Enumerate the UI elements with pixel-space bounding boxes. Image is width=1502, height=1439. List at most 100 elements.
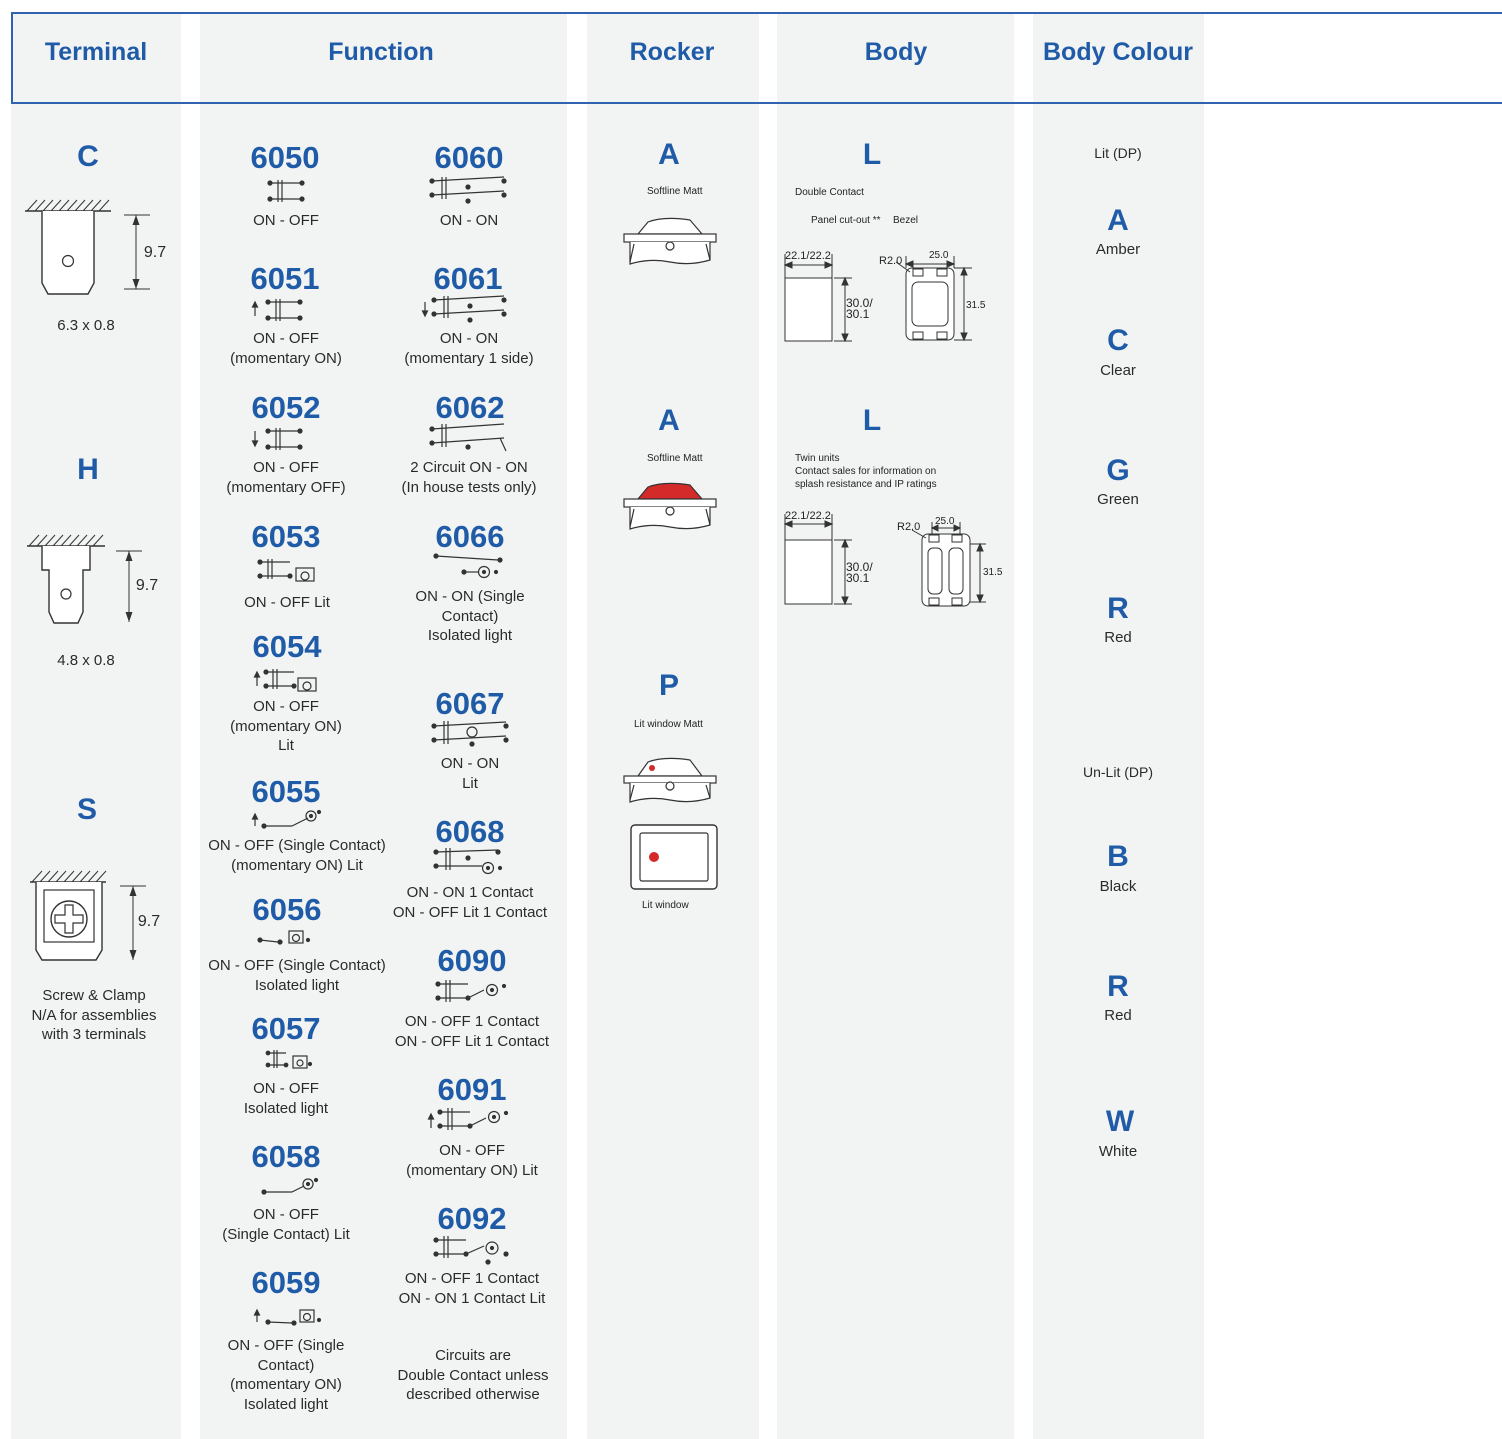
function-code: 6054: [252, 629, 322, 664]
colour-code: G: [1106, 454, 1130, 487]
function-description: ON - ON (momentary 1 side): [404, 330, 534, 367]
body-description: Double Contact: [795, 187, 864, 198]
header-frame: [11, 12, 1502, 104]
body-dim-radius: R2.0: [879, 255, 903, 267]
rocker-a-white-drawing: [623, 217, 717, 265]
function-code: 6056: [252, 892, 322, 927]
colour-code: R: [1107, 970, 1129, 1003]
body-code: L: [862, 404, 882, 437]
function-symbol-icon: [257, 930, 311, 945]
colour-code: R: [1107, 592, 1129, 625]
function-code: 6053: [251, 519, 321, 554]
body-dim-bezel-height: 31.5: [983, 567, 1003, 578]
function-description: ON - ON Lit: [440, 755, 500, 792]
body-dim-width: 22.1/22.2: [785, 250, 831, 262]
body-dim-radius: R2.0: [897, 521, 921, 533]
function-symbol-icon: [429, 176, 507, 204]
body-description: Twin units Contact sales for information…: [795, 453, 937, 490]
function-code: 6061: [433, 261, 503, 296]
function-description: ON - ON (Single Contact) Isolated light: [415, 588, 525, 644]
rocker-code: A: [658, 404, 680, 437]
function-code: 6059: [251, 1265, 321, 1300]
function-description: ON - ON 1 Contact ON - OFF Lit 1 Contact: [392, 884, 548, 921]
function-code: 6058: [251, 1139, 321, 1174]
unlit-heading: Un-Lit (DP): [1082, 764, 1154, 780]
body-column-bg: [777, 14, 1014, 1439]
rocker-a-red-drawing: [623, 482, 717, 530]
colour-name: Red: [1104, 1007, 1132, 1024]
header-body-colour: Body Colour: [1043, 38, 1193, 66]
body-dim-height: 30.0/ 30.1: [846, 296, 873, 321]
terminal-code: C: [77, 140, 99, 173]
function-symbol-icon: [253, 1308, 322, 1326]
function-symbol-icon: [253, 669, 317, 692]
colour-name: White: [1098, 1143, 1138, 1160]
function-code: 6090: [437, 943, 507, 978]
function-description: 2 Circuit ON - ON (In house tests only): [401, 459, 537, 496]
terminal-label: Screw & Clamp N/A for assemblies with 3 …: [31, 987, 157, 1043]
function-symbol-icon: [251, 809, 322, 829]
function-description: ON - OFF (Single Contact) Lit: [222, 1206, 350, 1243]
function-code: 6055: [251, 774, 321, 809]
function-description: ON - OFF (momentary ON) Lit: [406, 1142, 538, 1179]
function-symbol-icon: [421, 295, 507, 323]
rocker-label: Softline Matt: [647, 186, 703, 197]
function-symbol-icon: [433, 848, 503, 875]
function-description: ON - OFF (Single Contact) Isolated light: [208, 957, 386, 994]
function-code: 6060: [434, 140, 504, 175]
function-note: Circuits are Double Contact unless descr…: [397, 1347, 549, 1403]
lit-heading: Lit (DP): [1094, 145, 1142, 161]
colour-code: A: [1107, 204, 1129, 237]
function-code: 6067: [435, 686, 505, 721]
body-l-twin-drawing: [783, 514, 986, 607]
rocker-code: P: [658, 669, 680, 702]
colour-name: Clear: [1100, 362, 1136, 379]
header-terminal: Terminal: [44, 38, 148, 66]
function-symbol-icon: [427, 1108, 509, 1130]
header-body: Body: [864, 38, 928, 66]
colour-name: Red: [1104, 629, 1132, 646]
colour-name: Green: [1097, 491, 1139, 508]
function-description: ON - OFF (momentary ON) Lit: [230, 698, 342, 754]
rocker-code: A: [658, 138, 680, 171]
body-dim-bezel-width: 25.0: [929, 250, 949, 261]
function-symbol-icon: [433, 553, 503, 579]
colour-name: Black: [1099, 878, 1137, 895]
terminal-label: 6.3 x 0.8: [57, 317, 115, 334]
function-description: ON - OFF 1 Contact ON - ON 1 Contact Lit: [398, 1270, 546, 1307]
rocker-label: Lit window Matt: [634, 719, 703, 730]
function-symbol-icon: [257, 559, 315, 582]
lit-window-drawing: [630, 824, 718, 890]
body-code: L: [862, 138, 882, 171]
terminal-code: H: [77, 453, 99, 486]
body-dim-height: 30.0/ 30.1: [846, 560, 873, 585]
function-description: ON - OFF: [253, 212, 319, 229]
function-description: ON - OFF 1 Contact ON - OFF Lit 1 Contac…: [394, 1013, 550, 1050]
terminal-code: S: [76, 793, 98, 826]
colour-code: W: [1105, 1105, 1135, 1138]
function-description: ON - OFF (Single Contact) (momentary ON)…: [208, 837, 386, 874]
function-symbol-icon: [267, 180, 305, 202]
function-symbol-icon: [433, 1236, 509, 1265]
function-description: ON - OFF (momentary ON): [230, 330, 342, 367]
function-code: 6057: [251, 1011, 321, 1046]
function-code: 6068: [435, 814, 505, 849]
function-code: 6050: [250, 140, 320, 175]
rocker-label: Softline Matt: [647, 453, 703, 464]
function-description: ON - OFF Lit: [244, 594, 330, 611]
colour-code: C: [1107, 324, 1129, 357]
header-rocker: Rocker: [629, 38, 715, 66]
body-dim-width: 22.1/22.2: [785, 510, 831, 522]
function-code: 6091: [437, 1072, 507, 1107]
function-code: 6051: [250, 261, 320, 296]
bezel-label: Bezel: [893, 215, 919, 226]
function-symbol-icon: [261, 1177, 319, 1195]
function-symbol-icon: [429, 423, 507, 452]
terminal-label: 4.8 x 0.8: [57, 652, 115, 669]
terminal-dim: 9.7: [143, 244, 167, 261]
body-dim-bezel-width: 25.0: [935, 516, 955, 527]
function-description: ON - ON: [439, 212, 499, 229]
function-symbol-icon: [431, 721, 509, 747]
header-function: Function: [328, 38, 434, 66]
function-code: 6066: [435, 519, 505, 554]
